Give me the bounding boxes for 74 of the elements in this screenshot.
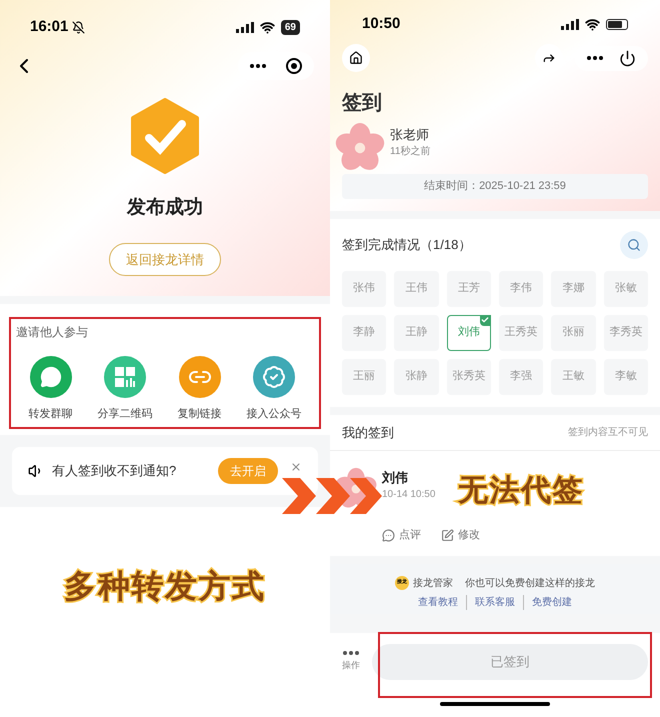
signer-name: 刘伟 (382, 468, 409, 487)
mute-icon (72, 20, 86, 34)
status-time: 10:50 (362, 14, 400, 34)
feature-caption: 无法代签 (458, 476, 584, 506)
power-icon[interactable] (619, 50, 636, 66)
signin-time: 10-14 10:50 (382, 488, 436, 502)
promo-link[interactable]: 查看教程 (418, 594, 458, 610)
search-button[interactable] (620, 230, 648, 258)
member-cell[interactable]: 李娜 (551, 270, 596, 306)
member-cell[interactable]: 王伟 (394, 270, 439, 306)
verified-badge-icon (262, 365, 286, 389)
signal-icon (236, 22, 254, 32)
target-icon[interactable] (286, 58, 302, 74)
share-option-label: 转发群聊 (28, 407, 72, 422)
close-icon[interactable] (290, 460, 302, 472)
signal-icon (561, 18, 579, 30)
enable-button[interactable]: 去开启 (218, 458, 278, 484)
member-cell[interactable]: 李秀英 (604, 314, 648, 350)
notice-text: 有人签到收不到通知? (52, 462, 178, 480)
member-cell[interactable]: 张秀英 (446, 358, 491, 394)
back-to-details-button[interactable]: 返回接龙详情 (109, 242, 221, 276)
promo-text: 你也可以免费创建这样的接龙 (465, 576, 595, 590)
member-cell[interactable]: 张丽 (551, 314, 596, 350)
success-title: 发布成功 (127, 196, 203, 220)
member-cell[interactable]: 王静 (394, 314, 439, 350)
more-icon[interactable] (587, 56, 603, 60)
member-cell[interactable]: 王丽 (342, 358, 386, 394)
member-cell[interactable]: 王敏 (551, 358, 596, 394)
member-cell[interactable]: 刘伟 (446, 314, 491, 350)
home-button[interactable] (342, 44, 370, 72)
promo-link[interactable]: 免费创建 (523, 594, 572, 610)
end-time-bar: 结束时间：2025-10-21 23:59 (342, 174, 648, 198)
signed-in-button[interactable]: 已签到 (372, 644, 648, 680)
check-badge-icon (480, 314, 491, 326)
invite-title: 邀请他人参与 (16, 325, 88, 339)
more-icon[interactable] (343, 651, 359, 656)
share-option-label: 复制链接 (178, 406, 222, 422)
comment-icon (382, 528, 395, 542)
member-cell[interactable]: 张伟 (342, 270, 386, 306)
status-time: 16:01 (30, 16, 68, 37)
battery-icon (606, 18, 628, 30)
more-label: 操作 (342, 659, 360, 672)
member-cell[interactable]: 张静 (394, 358, 439, 394)
post-time: 11秒之前 (390, 144, 430, 160)
wifi-icon (585, 16, 600, 32)
grid-icon (114, 366, 136, 388)
battery-level: 69 (280, 20, 300, 34)
search-icon (627, 238, 641, 252)
home-icon (349, 51, 363, 65)
more-icon[interactable] (250, 64, 266, 68)
member-cell[interactable]: 王秀英 (498, 314, 544, 350)
member-cell[interactable]: 李伟 (498, 270, 544, 306)
share-option-label: 分享二维码 (98, 406, 152, 422)
success-check-icon (129, 98, 201, 174)
brand-name: 接龙管家 (413, 576, 453, 590)
share-option-button[interactable] (30, 356, 72, 398)
member-cell[interactable]: 李强 (498, 358, 544, 394)
completion-title: 签到完成情况（1/18） (342, 236, 472, 254)
member-cell[interactable]: 李静 (342, 314, 386, 350)
author-name: 张老师 (390, 126, 430, 144)
feature-caption: 多种转发方式 (64, 566, 266, 606)
entry-action-button[interactable]: 修改 (441, 527, 480, 544)
promo-link[interactable]: 联系客服 (466, 594, 515, 610)
share-option-button[interactable] (253, 356, 295, 398)
my-signin-title: 我的签到 (342, 424, 394, 442)
member-cell[interactable]: 李敏 (604, 358, 648, 394)
entry-action-button[interactable]: 点评 (382, 527, 421, 544)
edit-icon (441, 528, 454, 542)
member-cell[interactable]: 张敏 (604, 270, 648, 306)
page-title: 签到 (341, 91, 383, 116)
visibility-note: 签到内容互不可见 (568, 426, 648, 440)
member-cell[interactable]: 王芳 (446, 270, 491, 306)
share-option-label: 接入公众号 (246, 406, 302, 422)
wifi-icon (260, 20, 275, 34)
